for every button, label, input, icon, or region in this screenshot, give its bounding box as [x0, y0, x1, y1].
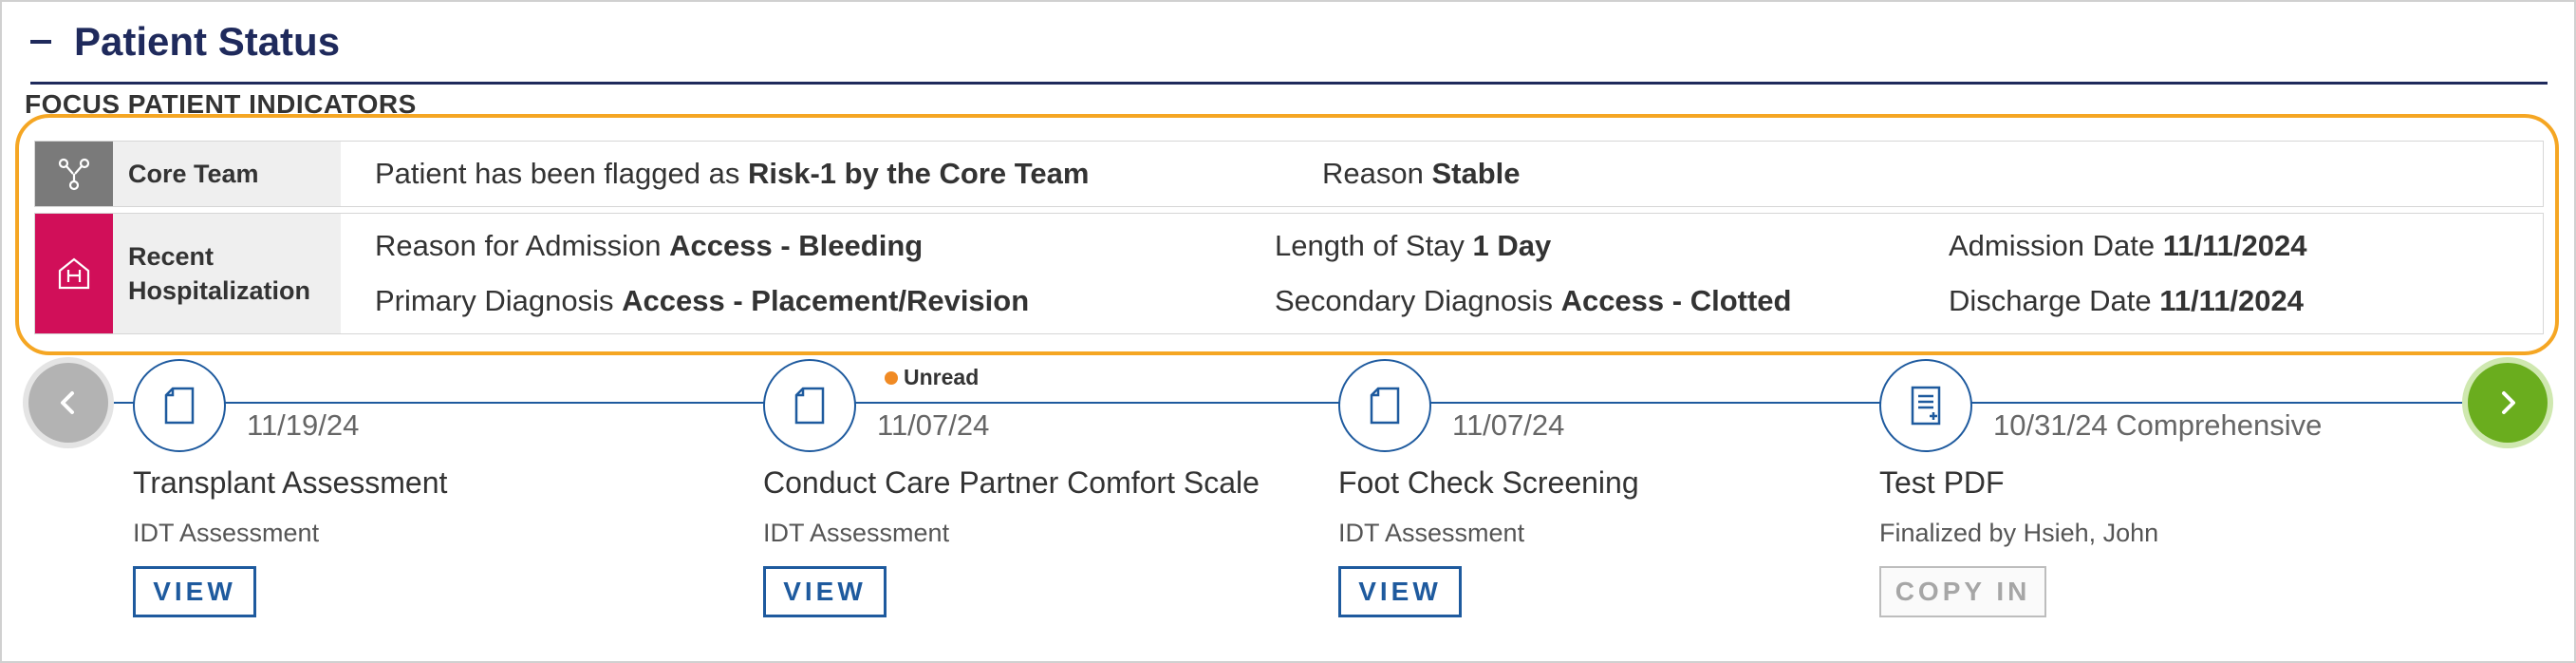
item-title: Conduct Care Partner Comfort Scale	[763, 465, 1260, 500]
document-icon[interactable]	[133, 359, 226, 452]
item-subtitle: IDT Assessment	[133, 519, 320, 547]
copy-in-button[interactable]: COPY IN	[1879, 566, 2046, 617]
view-button[interactable]: VIEW	[1338, 566, 1462, 617]
item-title: Transplant Assessment	[133, 465, 448, 500]
item-subtitle: Finalized by Hsieh, John	[1879, 519, 2159, 547]
item-subtitle: IDT Assessment	[1338, 519, 1525, 547]
core-team-content: Patient has been flagged as Risk-1 by th…	[341, 142, 2543, 206]
network-icon	[35, 142, 113, 206]
core-team-reason: Reason Stable	[1322, 157, 1521, 190]
panel-header: Patient Status	[30, 13, 340, 70]
unread-badge: Unread	[885, 365, 979, 390]
view-button[interactable]: VIEW	[763, 566, 887, 617]
admission-date: Admission Date 11/11/2024	[1949, 229, 2307, 262]
minus-icon	[30, 40, 51, 44]
item-title: Test PDF	[1879, 465, 2005, 500]
hospitalization-content: Reason for Admission Access - Bleeding L…	[341, 214, 2543, 333]
primary-diagnosis: Primary Diagnosis Access - Placement/Rev…	[375, 284, 1030, 317]
hospitalization-label: Recent Hospitalization	[113, 214, 341, 333]
next-button[interactable]	[2468, 363, 2548, 443]
previous-button[interactable]	[28, 363, 108, 443]
item-date: 11/07/24	[1452, 408, 1565, 442]
header-divider	[30, 82, 2548, 85]
discharge-date: Discharge Date 11/11/2024	[1949, 284, 2305, 317]
item-date: 11/07/24	[877, 408, 990, 442]
item-title: Foot Check Screening	[1338, 465, 1639, 500]
core-team-label: Core Team	[113, 142, 341, 206]
unread-dot-icon	[885, 370, 898, 385]
core-team-indicator: Core Team Patient has been flagged as Ri…	[34, 141, 2544, 207]
document-icon[interactable]	[1338, 359, 1431, 452]
length-of-stay: Length of Stay 1 Day	[1275, 229, 1552, 262]
item-date: 11/19/24	[247, 408, 360, 442]
pdf-document-icon[interactable]	[1879, 359, 1972, 452]
recent-hospitalization-indicator: Recent Hospitalization Reason for Admiss…	[34, 213, 2544, 334]
collapse-button[interactable]	[30, 23, 55, 61]
secondary-diagnosis: Secondary Diagnosis Access - Clotted	[1275, 284, 1792, 317]
admission-reason: Reason for Admission Access - Bleeding	[375, 229, 924, 262]
chevron-left-icon	[61, 391, 74, 414]
hospital-icon	[35, 214, 113, 333]
chevron-right-icon	[2502, 391, 2515, 414]
view-button[interactable]: VIEW	[133, 566, 256, 617]
timeline-track	[76, 402, 2525, 404]
item-subtitle: IDT Assessment	[763, 519, 950, 547]
core-team-flag: Patient has been flagged as Risk-1 by th…	[375, 157, 1090, 190]
item-date: 10/31/24 Comprehensive	[1993, 408, 2323, 442]
document-icon[interactable]	[763, 359, 856, 452]
page-title: Patient Status	[74, 19, 341, 64]
